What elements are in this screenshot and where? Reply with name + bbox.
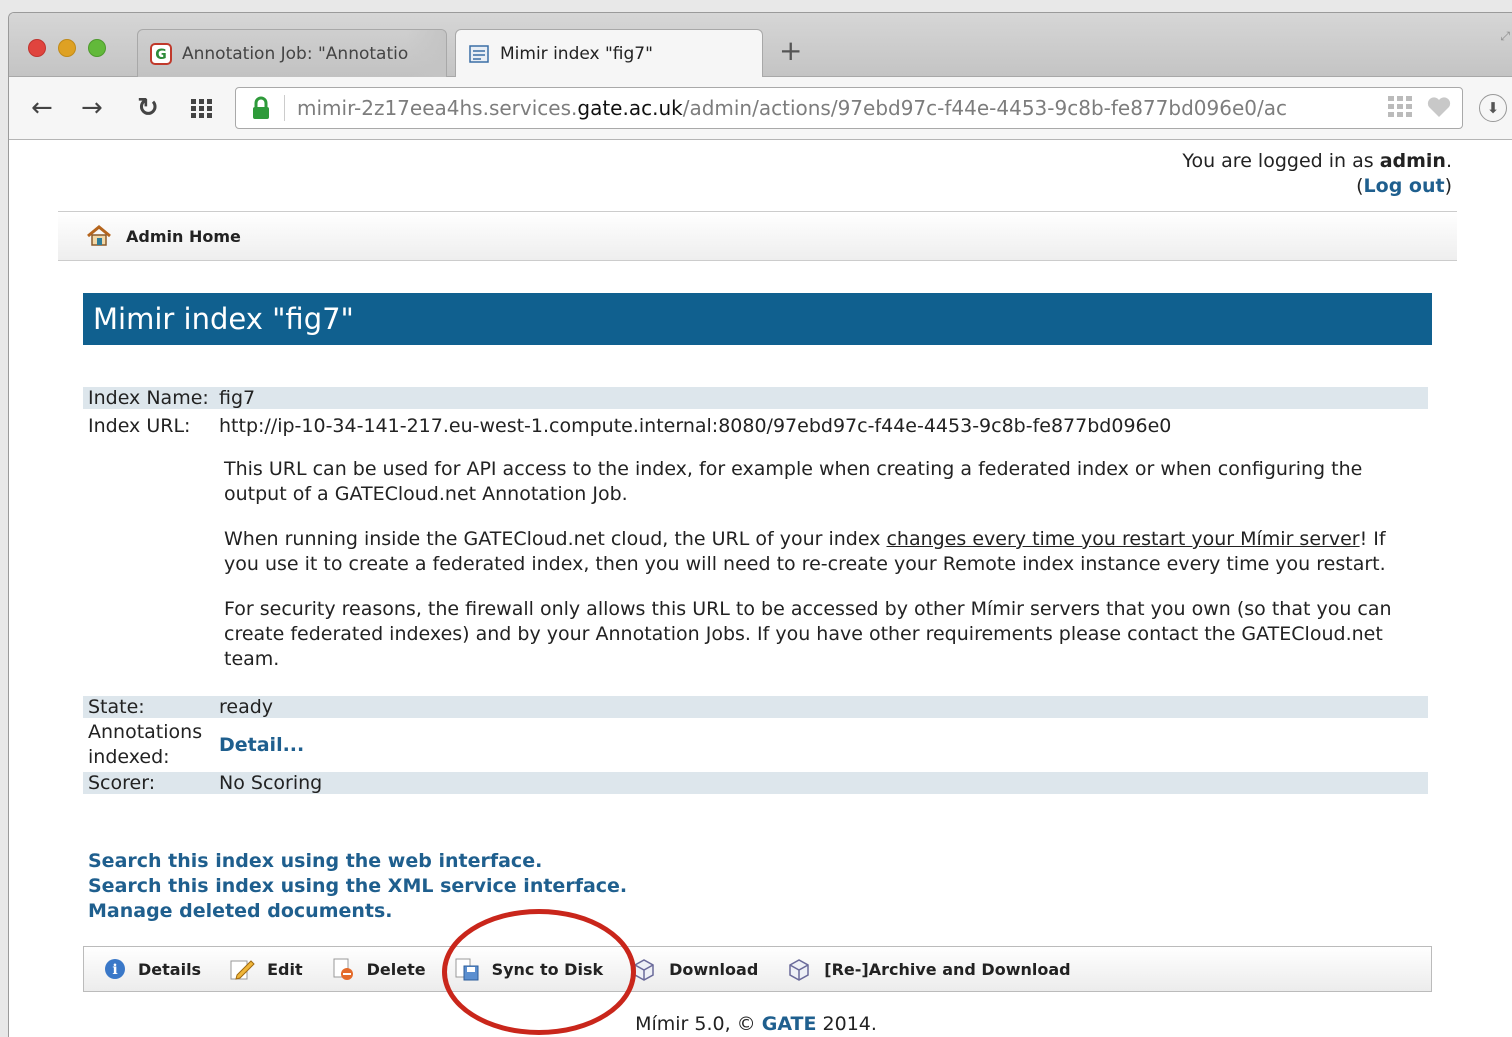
url-restart-note: When running inside the GATECloud.net cl… xyxy=(224,528,1386,575)
navigation-bar: ← → ↻ mimir-2z17eea4hs.services. gate.ac.… xyxy=(9,77,1512,140)
fullscreen-icon[interactable]: ⤢ xyxy=(1500,29,1510,44)
gate-favicon-icon: G xyxy=(150,42,172,65)
index-url-row: Index URL: http://ip-10-34-141-217.eu-we… xyxy=(83,415,1428,437)
login-status: You are logged in as admin. (Log out) xyxy=(1182,150,1452,197)
search-web-interface-link[interactable]: Search this index using the web interfac… xyxy=(88,850,542,872)
state-row: State: ready xyxy=(83,696,1428,718)
archive-package-icon xyxy=(789,959,810,981)
url-path: /admin/actions/97ebd97c-f44e-4453-9c8b-f… xyxy=(682,96,1287,120)
sync-to-disk-button[interactable]: Sync to Disk xyxy=(454,957,603,981)
scorer-value: No Scoring xyxy=(219,772,323,794)
index-name-value: fig7 xyxy=(219,387,256,409)
details-button[interactable]: i Details xyxy=(104,958,201,980)
url-host-main: gate.ac.uk xyxy=(577,96,683,120)
info-icon: i xyxy=(105,959,125,979)
index-info-table: Index Name: fig7 Index URL: http://ip-10… xyxy=(83,387,1428,794)
svg-text:i: i xyxy=(112,962,117,978)
close-window-button[interactable] xyxy=(28,39,46,57)
manage-deleted-documents-link[interactable]: Manage deleted documents. xyxy=(88,900,393,922)
state-value: ready xyxy=(219,696,274,718)
tab-bar: G Annotation Job: "Annotatio Mimir index… xyxy=(9,13,1512,78)
login-username: admin xyxy=(1379,150,1446,172)
url-security-note: For security reasons, the firewall only … xyxy=(224,598,1392,670)
edit-pencil-icon xyxy=(230,960,255,980)
save-disk-icon xyxy=(455,958,479,981)
edit-button[interactable]: Edit xyxy=(229,957,303,981)
tab-mimir-index[interactable]: Mimir index "fig7" xyxy=(455,29,763,78)
browser-window: G Annotation Job: "Annotatio Mimir index… xyxy=(8,12,1512,1037)
scorer-row: Scorer: No Scoring xyxy=(83,772,1428,794)
admin-home-bar: Admin Home xyxy=(58,211,1457,261)
svg-text:G: G xyxy=(155,47,167,63)
index-links: Search this index using the web interfac… xyxy=(88,849,627,924)
tab-label: Mimir index "fig7" xyxy=(500,44,653,64)
index-url-value: http://ip-10-34-141-217.eu-west-1.comput… xyxy=(219,415,1172,437)
page-content: You are logged in as admin. (Log out) Ad… xyxy=(9,141,1512,1037)
logout-link[interactable]: Log out xyxy=(1364,175,1445,197)
apps-grid-icon[interactable] xyxy=(191,99,213,119)
archive-and-download-button[interactable]: [Re-]Archive and Download xyxy=(786,956,1071,982)
back-arrow-icon[interactable]: ← xyxy=(31,93,53,123)
url-api-note: This URL can be used for API access to t… xyxy=(224,458,1363,505)
package-download-icon xyxy=(634,959,654,981)
page-title: Mimir index "fig7" xyxy=(83,293,1432,345)
lock-icon xyxy=(253,96,269,119)
zoom-window-button[interactable] xyxy=(88,39,106,57)
new-tab-button[interactable]: + xyxy=(779,37,802,65)
download-icon[interactable]: ⬇ xyxy=(1479,94,1507,122)
admin-home-link[interactable]: Admin Home xyxy=(126,227,241,246)
document-favicon-icon xyxy=(469,45,489,63)
reload-icon[interactable]: ↻ xyxy=(137,93,159,123)
annotations-row: Annotations indexed: Detail... xyxy=(88,721,305,768)
tab-annotation-job[interactable]: G Annotation Job: "Annotatio xyxy=(137,29,447,77)
url-bar[interactable]: mimir-2z17eea4hs.services. gate.ac.uk/adm… xyxy=(235,87,1463,129)
page-footer: Mímir 5.0, © GATE 2014. xyxy=(635,1013,877,1035)
url-host-sub: mimir-2z17eea4hs.services. xyxy=(297,96,578,120)
home-icon[interactable] xyxy=(86,225,112,247)
gate-link[interactable]: GATE xyxy=(762,1013,817,1035)
download-button[interactable]: Download xyxy=(631,956,758,982)
action-bar: i Details Edit Delete Sync to Disk Downl… xyxy=(83,946,1432,992)
tab-label: Annotation Job: "Annotatio xyxy=(182,43,409,64)
delete-button[interactable]: Delete xyxy=(331,957,426,981)
extension-grid-icon[interactable] xyxy=(1388,96,1412,118)
minimize-window-button[interactable] xyxy=(58,39,76,57)
forward-arrow-icon[interactable]: → xyxy=(81,93,103,123)
annotations-detail-link[interactable]: Detail... xyxy=(219,733,304,758)
bookmark-heart-icon[interactable] xyxy=(1426,96,1452,118)
index-name-row: Index Name: fig7 xyxy=(83,387,1428,409)
delete-icon xyxy=(333,958,353,980)
search-xml-interface-link[interactable]: Search this index using the XML service … xyxy=(88,875,627,897)
